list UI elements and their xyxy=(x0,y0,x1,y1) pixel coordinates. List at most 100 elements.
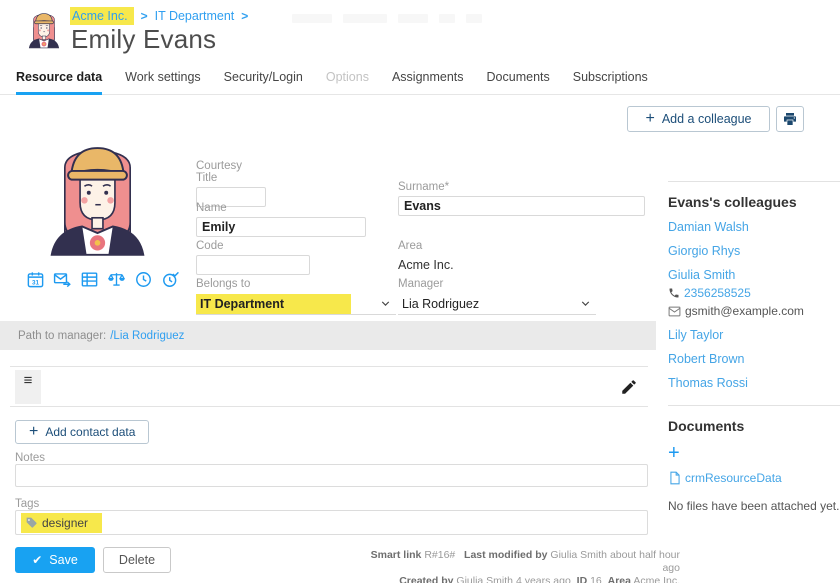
area-label: Area xyxy=(398,240,598,252)
chevron-down-icon xyxy=(379,297,392,310)
manager-label: Manager xyxy=(398,278,596,290)
belongs-to-value: IT Department xyxy=(196,294,351,314)
smart-link-value: R#16# xyxy=(424,549,455,561)
audit-line-1: Smart link R#16# Last modified by Giulia… xyxy=(360,549,680,575)
tab-documents[interactable]: Documents xyxy=(487,64,550,95)
page-title: Emily Evans xyxy=(71,24,216,55)
clock-icon[interactable] xyxy=(134,270,153,289)
colleague-phone-row: 2356258525 xyxy=(668,286,840,300)
id-label: ID xyxy=(577,575,588,583)
surname-label: Surname* xyxy=(398,181,645,193)
name-label: Name xyxy=(196,202,366,214)
manager-select[interactable]: Lia Rodriguez xyxy=(398,293,596,315)
edit-pencil-icon[interactable] xyxy=(620,378,638,396)
area-value: Acme Inc. xyxy=(633,575,680,583)
tab-assignments[interactable]: Assignments xyxy=(392,64,464,95)
svg-text:31: 31 xyxy=(32,279,40,286)
plus-icon: + xyxy=(646,111,655,127)
record-audit-info: Smart link R#16# Last modified by Giulia… xyxy=(360,549,680,583)
chevron-right-icon: > xyxy=(141,9,148,23)
colleague-link[interactable]: Robert Brown xyxy=(668,352,840,366)
code-label: Code xyxy=(196,240,310,252)
printer-icon xyxy=(782,111,798,127)
avatar-thumbnail xyxy=(23,3,65,55)
add-contact-data-label: Add contact data xyxy=(45,425,135,439)
colleague-email[interactable]: gsmith@example.com xyxy=(685,304,804,318)
colleague-email-row: gsmith@example.com xyxy=(668,304,840,318)
last-modified-by: Giulia Smith xyxy=(550,549,607,561)
tag-chip[interactable]: designer xyxy=(21,513,102,533)
tag-icon xyxy=(25,516,38,529)
document-link[interactable]: crmResourceData xyxy=(685,471,782,485)
breadcrumb-department-link[interactable]: IT Department xyxy=(155,9,235,23)
created-by: Giulia Smith xyxy=(456,575,513,583)
sidebar: Evans's colleagues Damian Walsh Giorgio … xyxy=(668,181,840,513)
notes-field[interactable] xyxy=(15,464,648,487)
code-field[interactable] xyxy=(196,255,310,275)
audit-line-2: Created by Giulia Smith 4 years ago ID 1… xyxy=(360,575,680,583)
colleague-link[interactable]: Giulia Smith xyxy=(668,268,840,282)
tab-resource-data[interactable]: Resource data xyxy=(16,64,102,95)
plus-icon: + xyxy=(29,424,38,440)
table-icon[interactable] xyxy=(80,270,99,289)
manager-value: Lia Rodriguez xyxy=(398,297,479,311)
drag-handle-icon[interactable]: ≡ xyxy=(15,370,41,404)
check-icon: ✔ xyxy=(32,553,42,567)
tag-label: designer xyxy=(42,516,88,530)
save-button[interactable]: ✔ Save xyxy=(15,547,95,573)
tab-options: Options xyxy=(326,64,369,95)
envelope-icon xyxy=(668,305,681,318)
document-link-row: crmResourceData xyxy=(668,471,840,485)
redacted-text xyxy=(292,14,482,23)
tab-security-login[interactable]: Security/Login xyxy=(224,64,303,95)
last-modified-label: Last modified by xyxy=(464,549,547,561)
surname-field[interactable] xyxy=(398,196,645,216)
colleagues-heading: Evans's colleagues xyxy=(668,194,840,210)
add-document-button[interactable]: + xyxy=(668,443,684,463)
calendar-icon[interactable]: 31 xyxy=(26,270,45,289)
tab-subscriptions[interactable]: Subscriptions xyxy=(573,64,648,95)
timer-check-icon[interactable] xyxy=(161,270,180,289)
belongs-to-select[interactable]: IT Department xyxy=(196,293,396,315)
tags-label: Tags xyxy=(15,498,39,510)
courtesy-title-label: Courtesy Title xyxy=(196,160,266,184)
id-value: 16 xyxy=(590,575,602,583)
created-time: 4 years ago xyxy=(516,575,571,583)
path-to-manager-link[interactable]: /Lia Rodriguez xyxy=(110,330,184,342)
area-value: Acme Inc. xyxy=(398,258,598,272)
colleague-link[interactable]: Thomas Rossi xyxy=(668,376,840,390)
last-modified-time: about half hour ago xyxy=(610,549,680,574)
belongs-to-label: Belongs to xyxy=(196,278,396,290)
send-mail-icon[interactable] xyxy=(53,270,72,289)
phone-icon xyxy=(668,287,680,299)
created-by-label: Created by xyxy=(399,575,453,583)
documents-empty-message: No files have been attached yet. xyxy=(668,499,840,513)
smart-link-label: Smart link xyxy=(371,549,422,561)
colleague-phone-link[interactable]: 2356258525 xyxy=(684,286,751,300)
scales-icon[interactable] xyxy=(107,270,126,289)
chevron-right-icon: > xyxy=(241,9,248,23)
chevron-down-icon xyxy=(579,297,592,310)
quick-action-icons: 31 xyxy=(26,270,180,289)
profile-avatar xyxy=(30,135,165,257)
colleague-link[interactable]: Lily Taylor xyxy=(668,328,840,342)
name-field[interactable] xyxy=(196,217,366,237)
colleague-link[interactable]: Damian Walsh xyxy=(668,220,840,234)
contact-data-row: ≡ xyxy=(10,366,648,407)
tab-bar: Resource data Work settings Security/Log… xyxy=(0,64,840,95)
colleague-link[interactable]: Giorgio Rhys xyxy=(668,244,840,258)
print-button[interactable] xyxy=(776,106,804,132)
tags-field[interactable]: designer xyxy=(15,510,648,535)
add-colleague-label: Add a colleague xyxy=(662,112,752,126)
breadcrumb: Acme Inc. > IT Department > xyxy=(70,7,248,25)
add-contact-data-button[interactable]: + Add contact data xyxy=(15,420,149,444)
documents-heading: Documents xyxy=(668,418,840,434)
save-label: Save xyxy=(49,553,78,567)
area-label: Area xyxy=(608,575,631,583)
breadcrumb-company-link[interactable]: Acme Inc. xyxy=(70,7,134,25)
notes-label: Notes xyxy=(15,452,45,464)
path-to-manager-bar: Path to manager: /Lia Rodriguez xyxy=(0,321,656,350)
tab-work-settings[interactable]: Work settings xyxy=(125,64,201,95)
add-colleague-button[interactable]: + Add a colleague xyxy=(627,106,770,132)
delete-button[interactable]: Delete xyxy=(103,547,171,573)
